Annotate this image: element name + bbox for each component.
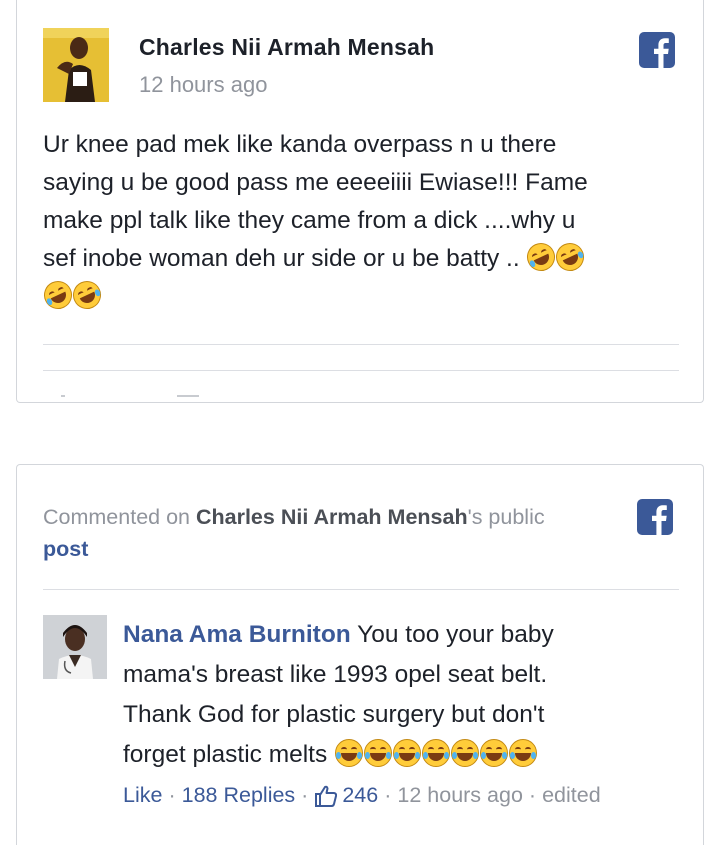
rofl-emoji-icon [551, 238, 590, 276]
tears-of-joy-emoji-icon [364, 739, 393, 767]
commented-suffix: 's public [467, 505, 545, 529]
divider [43, 344, 679, 345]
comment-text-line: You too your baby [350, 621, 554, 648]
separator-dot: · [168, 783, 176, 807]
action-bar-edge [177, 395, 199, 397]
post-author-link[interactable]: Charles Nii Armah Mensah [196, 505, 468, 529]
rofl-emoji-icon [39, 276, 77, 314]
post-text-line: sef inobe woman deh ur side or u be batt… [43, 245, 527, 272]
replies-link[interactable]: 188 Replies [182, 783, 296, 808]
comment-actions: Like · 188 Replies · 246 · 12 hours ago … [123, 783, 601, 808]
post-timestamp[interactable]: 12 hours ago [139, 72, 267, 98]
edited-label[interactable]: edited [542, 783, 601, 808]
commenter-name[interactable]: Nana Ama Burniton [123, 621, 351, 648]
post-text-line: make ppl talk like they came from a dick… [43, 207, 576, 234]
tears-of-joy-emoji-icon [335, 739, 364, 767]
divider [43, 589, 679, 590]
action-bar-edge [61, 395, 65, 397]
tears-of-joy-emoji-icon [422, 739, 451, 767]
tears-of-joy-emoji-icon [451, 739, 480, 767]
post-link[interactable]: post [43, 537, 88, 561]
facebook-icon[interactable] [637, 499, 673, 535]
post-author[interactable]: Charles Nii Armah Mensah [139, 34, 434, 61]
commented-prefix: Commented on [43, 505, 196, 529]
separator-dot: · [384, 783, 392, 807]
comment-text-line: mama's breast like 1993 opel seat belt. [123, 661, 548, 688]
comment-text-line: Thank God for plastic surgery but don't [123, 701, 545, 728]
post-card: Charles Nii Armah Mensah 12 hours ago Ur… [16, 0, 704, 403]
post-text-line: saying u be good pass me eeeeiiii Ewiase… [43, 169, 588, 196]
rofl-emoji-icon [522, 238, 561, 276]
comment-card: Commented on Charles Nii Armah Mensah's … [16, 464, 704, 845]
facebook-icon[interactable] [639, 32, 675, 68]
comment-text-line: forget plastic melts [123, 741, 335, 768]
author-avatar[interactable] [43, 28, 109, 102]
comment-body: Nana Ama Burniton You too your baby mama… [123, 615, 683, 775]
likes-count[interactable]: 246 [342, 783, 378, 808]
commented-on-header: Commented on Charles Nii Armah Mensah's … [43, 501, 603, 565]
tears-of-joy-emoji-icon [509, 739, 538, 767]
divider [43, 370, 679, 371]
rofl-emoji-icon [68, 276, 106, 314]
commenter-avatar[interactable] [43, 615, 107, 679]
separator-dot: · [528, 783, 537, 807]
like-button[interactable]: Like [123, 783, 162, 808]
comment-timestamp[interactable]: 12 hours ago [397, 783, 523, 808]
post-text-line: Ur knee pad mek like kanda overpass n u … [43, 131, 557, 158]
thumbs-up-icon[interactable] [314, 784, 338, 808]
separator-dot: · [301, 783, 309, 807]
post-body: Ur knee pad mek like kanda overpass n u … [39, 126, 683, 316]
tears-of-joy-emoji-icon [480, 739, 509, 767]
tears-of-joy-emoji-icon [393, 739, 422, 767]
